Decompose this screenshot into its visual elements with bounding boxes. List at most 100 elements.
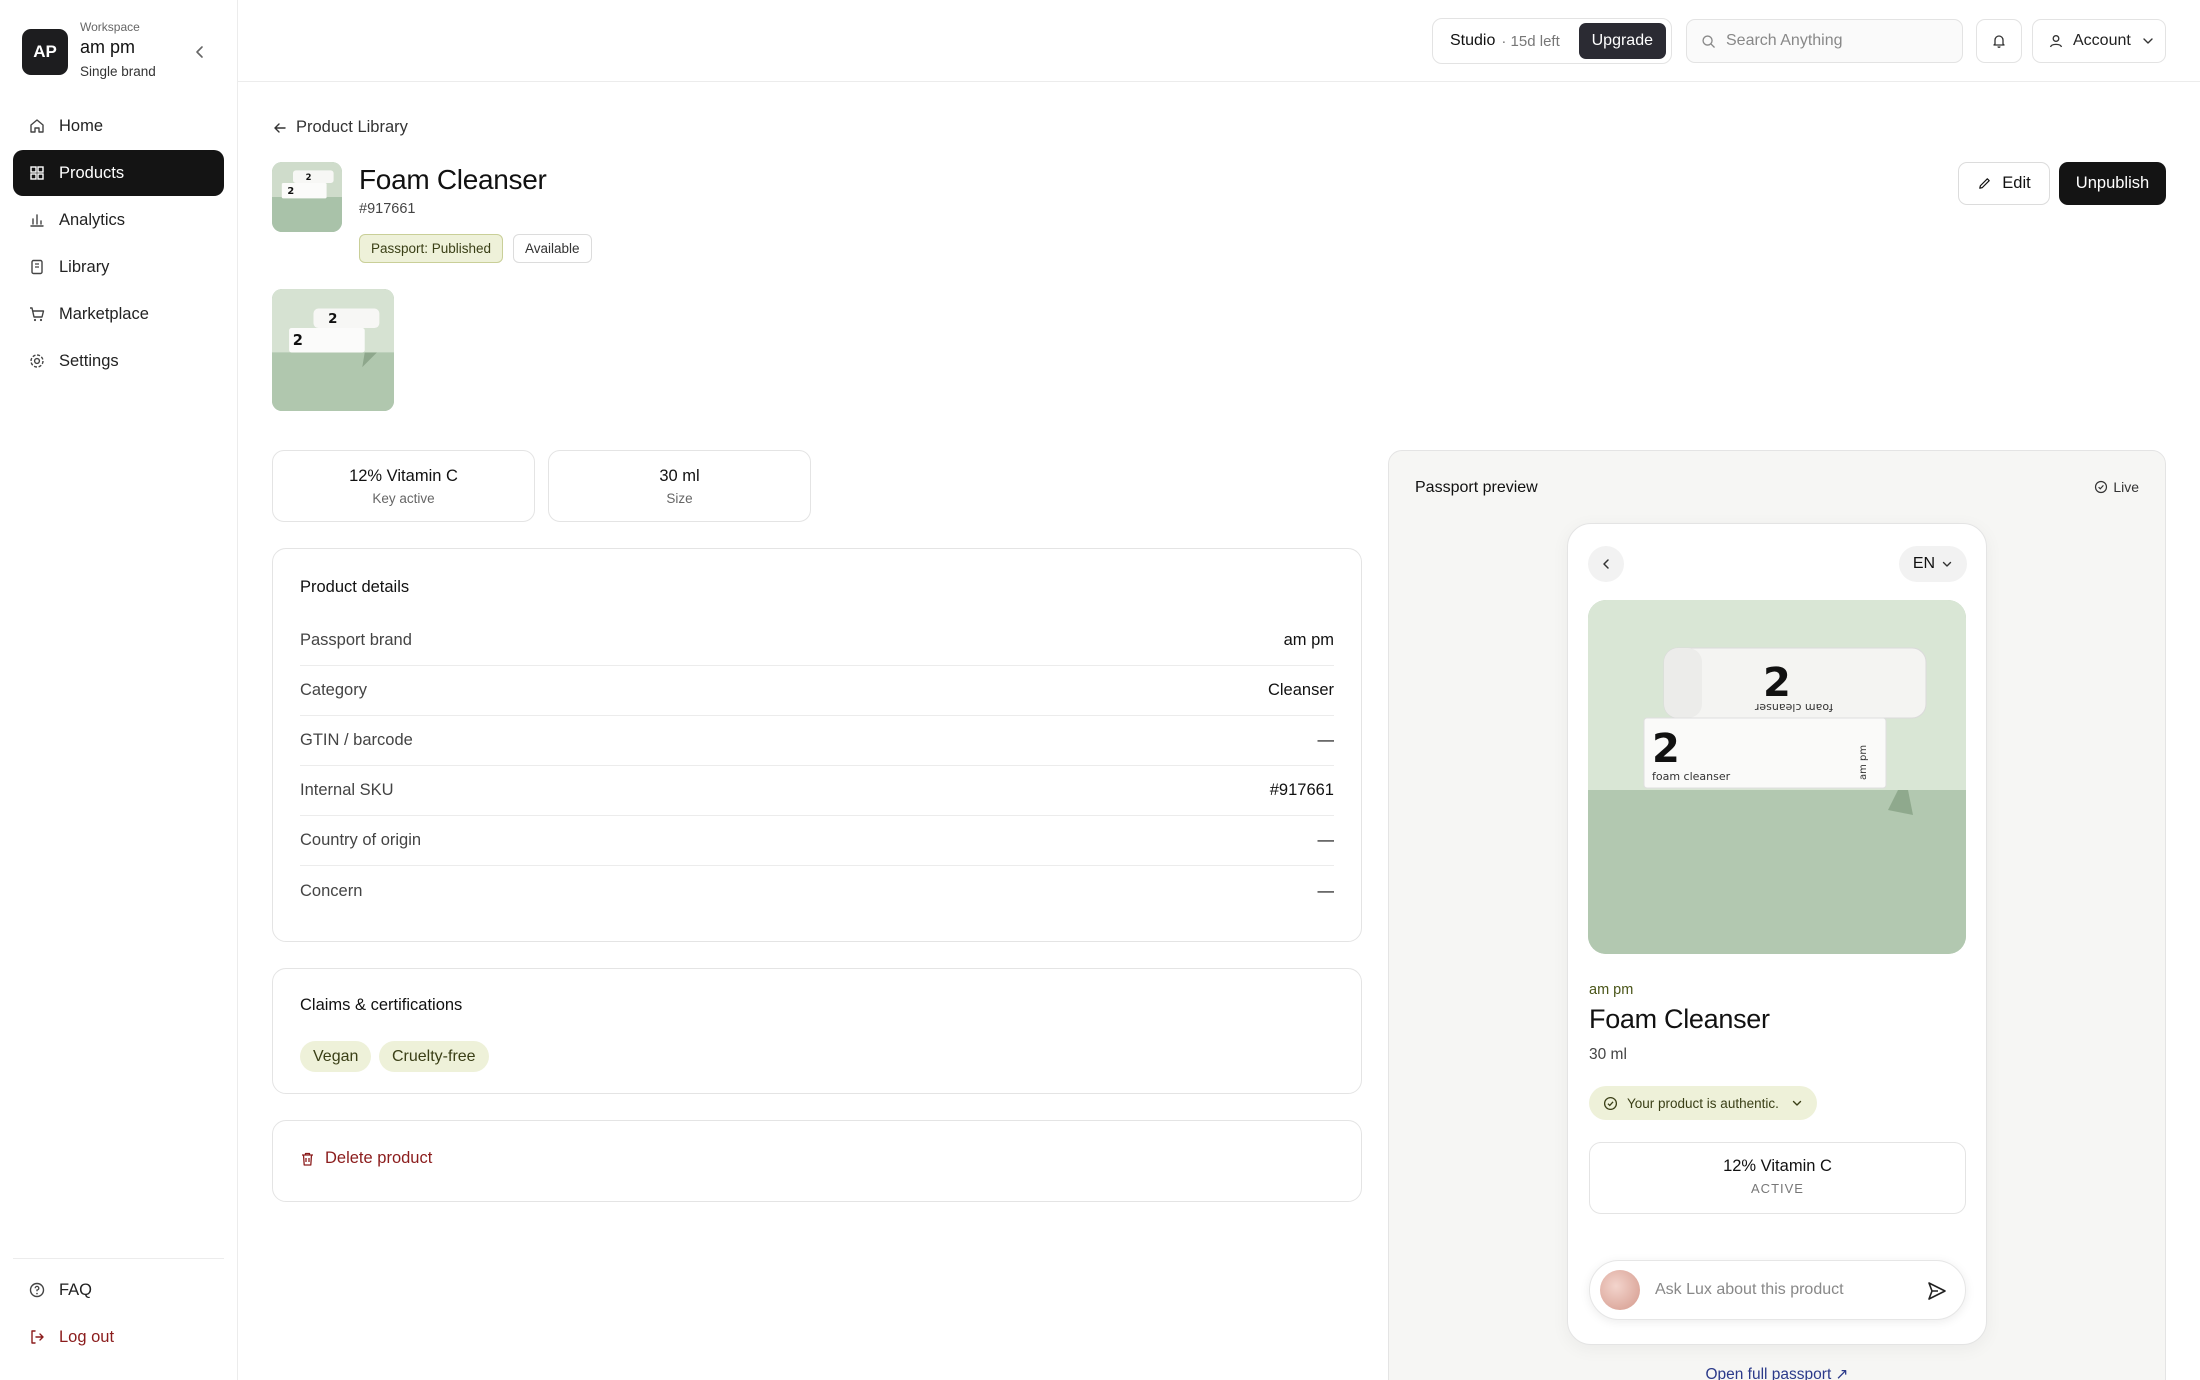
chevron-down-icon (1942, 561, 1952, 567)
logout-icon (31, 1330, 44, 1344)
danger-panel: Delete product (272, 1120, 1362, 1202)
stat-size: 30 ml Size (548, 450, 811, 522)
detail-row: GTIN / barcode — (300, 716, 1334, 766)
chevron-down-icon (1792, 1100, 1802, 1106)
product-thumbnail: 2 2 (272, 162, 342, 232)
sidebar-item-label: FAQ (59, 1280, 93, 1299)
open-full-passport-link[interactable]: Open full passport ↗ (1389, 1365, 2165, 1380)
sidebar-item-library[interactable]: Library (13, 244, 224, 290)
sidebar-item-label: Products (59, 163, 125, 182)
bar-chart-icon (30, 214, 44, 227)
product-details-panel: Product details Passport brand am pm Cat… (272, 548, 1362, 942)
svg-text:foam cleanser: foam cleanser (1652, 770, 1731, 783)
live-label: Live (2113, 479, 2139, 495)
delete-product-button[interactable]: Delete product (300, 1149, 432, 1168)
grid-icon (30, 166, 44, 180)
sidebar-item-settings[interactable]: Settings (13, 338, 224, 384)
plan-days-left: · 15d left (1501, 32, 1560, 50)
detail-key: Passport brand (300, 631, 412, 649)
passport-status-badge: Passport: Published (359, 234, 504, 263)
detail-key: Internal SKU (300, 781, 394, 799)
workspace-avatar: AP (22, 29, 68, 75)
availability-badge: Available (513, 234, 592, 263)
sidebar-item-home[interactable]: Home (13, 103, 224, 149)
preview-active-card: 12% Vitamin C ACTIVE (1589, 1142, 1966, 1214)
chevron-down-icon (2143, 38, 2153, 44)
sidebar-item-label: Settings (59, 351, 119, 370)
sidebar-item-faq[interactable]: FAQ (13, 1267, 224, 1313)
svg-text:foam cleanser: foam cleanser (1754, 701, 1833, 714)
detail-row: Concern — (300, 866, 1334, 916)
trash-icon (302, 1152, 313, 1166)
product-gallery-image[interactable]: 2 2 (272, 289, 394, 411)
workspace-label: Workspace (80, 20, 140, 34)
chevron-left-icon[interactable] (190, 42, 210, 62)
detail-row: Passport brand am pm (300, 616, 1334, 666)
sidebar-item-label: Marketplace (59, 304, 149, 323)
detail-value: — (1317, 731, 1335, 749)
search-input[interactable]: Search Anything (1686, 19, 1963, 63)
ask-placeholder: Ask Lux about this product (1655, 1281, 1844, 1298)
product-title: Foam Cleanser (359, 164, 547, 195)
detail-row: Category Cleanser (300, 666, 1334, 716)
authenticity-badge[interactable]: Your product is authentic. (1589, 1086, 1817, 1120)
detail-row: Internal SKU #917661 (300, 766, 1334, 816)
detail-value: Cleanser (1267, 681, 1334, 699)
svg-text:am pm: am pm (1858, 745, 1869, 780)
account-label: Account (2073, 32, 2131, 49)
send-icon[interactable] (1925, 1279, 1949, 1303)
back-to-product-library[interactable]: Product Library (272, 118, 408, 137)
unpublish-button[interactable]: Unpublish (2059, 162, 2166, 205)
chevron-left-icon (1603, 559, 1609, 569)
delete-label: Delete product (325, 1149, 433, 1167)
svg-text:2: 2 (1763, 660, 1791, 706)
sidebar-item-logout[interactable]: Log out (13, 1314, 224, 1360)
plan-name: Studio (1450, 32, 1496, 49)
user-icon (2049, 35, 2063, 48)
workspace-plan: Single brand (80, 64, 156, 79)
stat-key-active: 12% Vitamin C Key active (272, 450, 535, 522)
sidebar-item-label: Home (59, 116, 104, 135)
stat-value: 12% Vitamin C (349, 467, 458, 485)
detail-key: Category (300, 681, 367, 699)
edit-button[interactable]: Edit (1958, 162, 2050, 205)
book-icon (31, 259, 43, 275)
language-selector[interactable]: EN (1899, 546, 1967, 582)
active-label: ACTIVE (1751, 1181, 1804, 1196)
sidebar-item-analytics[interactable]: Analytics (13, 197, 224, 243)
detail-key: Concern (300, 881, 363, 900)
help-circle-icon (29, 1282, 45, 1298)
check-circle-icon (2095, 480, 2108, 494)
stat-value: 30 ml (659, 467, 700, 485)
upgrade-button[interactable]: Upgrade (1578, 23, 1666, 59)
stat-label: Key active (372, 491, 435, 506)
svg-text:2: 2 (293, 332, 303, 349)
passport-preview-panel: Passport preview Live EN 2 foam cleanser… (1388, 450, 2166, 1380)
workspace-switcher[interactable]: AP Workspace am pm Single brand (22, 20, 222, 82)
sidebar-item-products[interactable]: Products (13, 150, 224, 196)
check-circle-icon (1603, 1096, 1618, 1110)
sidebar-item-label: Library (59, 257, 110, 276)
preview-product-title: Foam Cleanser (1589, 1004, 1770, 1034)
edit-label: Edit (2002, 174, 2031, 192)
notifications-button[interactable] (1976, 19, 2022, 63)
detail-key: Country of origin (300, 831, 422, 849)
detail-key: GTIN / barcode (300, 731, 413, 749)
panel-title: Product details (300, 578, 410, 596)
phone-mockup: EN 2 foam cleanser 2 foam cleanser am pm… (1567, 523, 1987, 1345)
claims-panel: Claims & certifications Vegan Cruelty-fr… (272, 968, 1362, 1094)
sidebar-divider (13, 1258, 224, 1259)
detail-value: am pm (1283, 631, 1334, 649)
preview-back-button[interactable] (1588, 546, 1624, 582)
detail-value: — (1317, 881, 1335, 900)
svg-text:2: 2 (328, 312, 337, 327)
ask-lux-input[interactable]: Ask Lux about this product (1589, 1260, 1966, 1320)
sidebar-item-marketplace[interactable]: Marketplace (13, 291, 224, 337)
detail-row: Country of origin — (300, 816, 1334, 866)
back-label: Product Library (296, 118, 408, 136)
gear-icon (30, 354, 44, 368)
account-menu-button[interactable]: Account (2032, 19, 2166, 63)
search-icon (1702, 34, 1715, 48)
sidebar-item-label: Log out (59, 1327, 115, 1346)
svg-text:2: 2 (1652, 726, 1680, 772)
